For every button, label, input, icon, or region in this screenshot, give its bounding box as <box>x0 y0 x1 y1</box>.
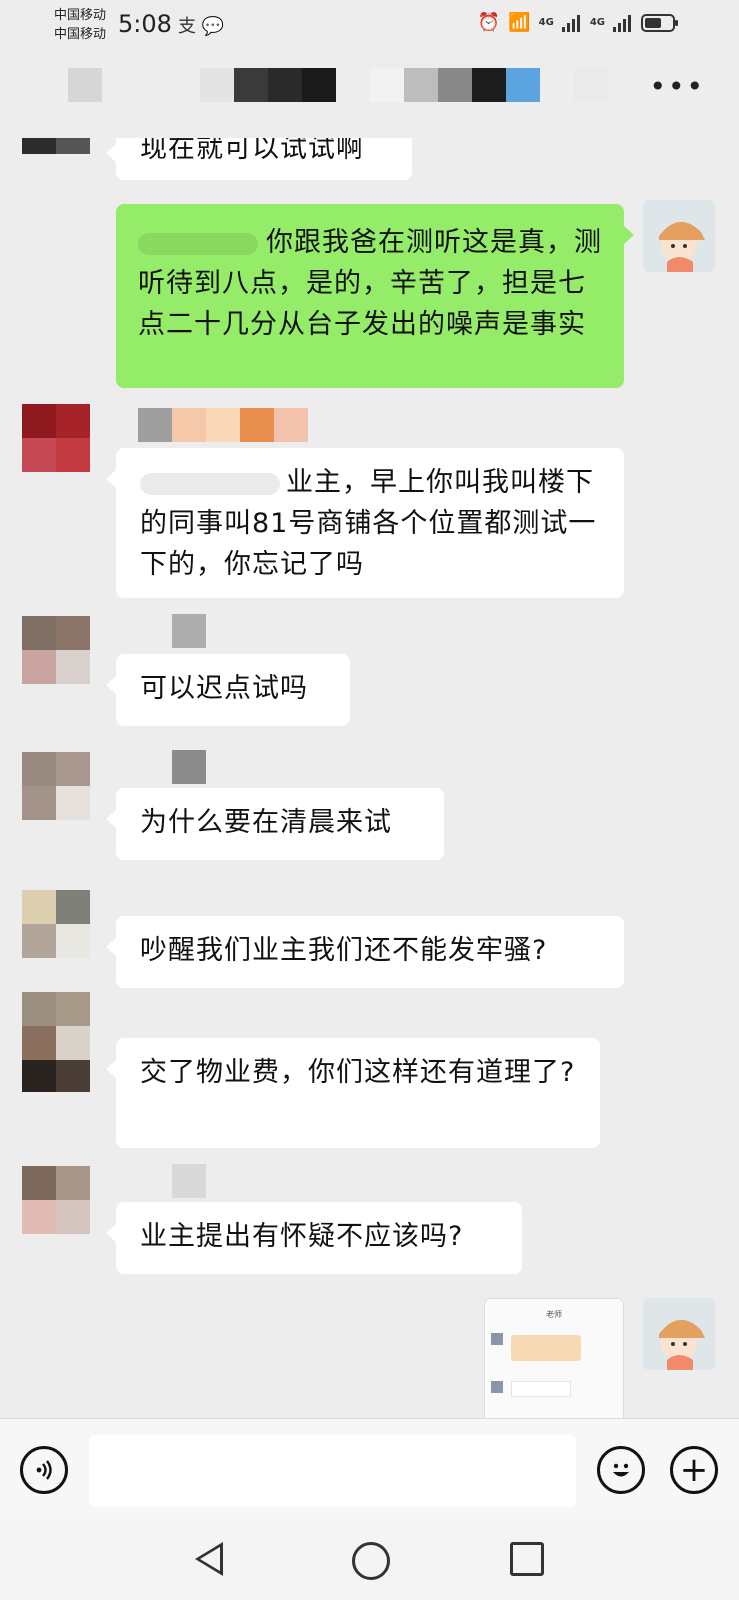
signal-icon-1 <box>561 14 582 32</box>
plus-icon[interactable]: + <box>670 1446 718 1494</box>
image-thumb-bubble <box>511 1381 571 1397</box>
message-bubble[interactable]: 吵醒我们业主我们还不能发牢骚? <box>106 916 624 988</box>
carrier-2: 中国移动 <box>54 27 107 42</box>
message-text: 可以迟点试吗 <box>140 673 308 704</box>
avatar[interactable] <box>22 992 90 1092</box>
message-text: 业主提出有怀疑不应该吗? <box>140 1221 464 1252</box>
message-text: 为什么要在清晨来试 <box>140 807 392 838</box>
obscured-text <box>138 232 258 255</box>
avatar[interactable] <box>22 138 90 154</box>
avatar-self[interactable] <box>643 200 715 272</box>
voice-icon[interactable] <box>20 1446 68 1494</box>
image-thumb-bubble <box>511 1335 581 1361</box>
chat-header: ••• <box>0 50 739 138</box>
carrier-1: 中国移动 <box>54 8 107 23</box>
notification-icons: 支 💬 <box>178 12 224 38</box>
message-text: 吵醒我们业主我们还不能发牢骚? <box>140 935 548 966</box>
sender-name-obscured <box>172 614 206 648</box>
message-bubble[interactable]: 可以迟点试吗 <box>106 654 350 726</box>
message-text: 交了物业费，你们这样还有道理了? <box>140 1057 576 1088</box>
avatar[interactable] <box>22 616 90 684</box>
obscured-text <box>140 472 280 495</box>
clock: 5:08 <box>118 10 172 38</box>
network-label-2: 4G <box>589 17 605 28</box>
battery-icon <box>641 13 678 32</box>
image-message[interactable]: 老师 <box>484 1298 624 1418</box>
recent-apps-icon[interactable] <box>510 1542 544 1576</box>
message-bubble[interactable]: 交了物业费，你们这样还有道理了? <box>106 1038 600 1148</box>
home-icon[interactable] <box>352 1542 390 1580</box>
message-bubble-sent[interactable]: 你跟我爸在测听这是真，测听待到八点，是的，辛苦了，担是七点二十几分从台子发出的噪… <box>116 204 634 388</box>
sender-name-obscured <box>172 750 206 784</box>
avatar[interactable] <box>22 404 90 484</box>
status-bar: 中国移动 中国移动 5:08 支 💬 ⏰ 📶 4G 4G <box>0 0 739 50</box>
chat-notification-icon: 💬 <box>201 16 225 37</box>
wifi-icon: 📶 <box>508 12 531 33</box>
network-label-1: 4G <box>538 17 554 28</box>
avatar[interactable] <box>22 890 90 958</box>
back-icon[interactable] <box>195 1542 223 1576</box>
emoji-icon[interactable] <box>597 1446 645 1494</box>
avatar[interactable] <box>22 752 90 820</box>
input-bar: + <box>0 1418 739 1521</box>
message-bubble[interactable]: 业主，早上你叫我叫楼下的同事叫81号商铺各个位置都测试一下的，你忘记了吗 <box>106 448 624 598</box>
avatar-self[interactable] <box>643 1298 715 1370</box>
image-thumb-avatar <box>491 1381 503 1393</box>
system-nav-bar <box>0 1520 739 1600</box>
message-bubble[interactable]: 现在就可以试试啊 <box>106 138 412 180</box>
message-bubble[interactable]: 为什么要在清晨来试 <box>106 788 444 860</box>
avatar[interactable] <box>22 1166 90 1234</box>
battery-fill <box>645 17 661 28</box>
alarm-icon: ⏰ <box>477 12 501 33</box>
message-input[interactable] <box>89 1435 576 1507</box>
carrier-info: 中国移动 中国移动 <box>54 6 106 44</box>
message-bubble[interactable]: 业主提出有怀疑不应该吗? <box>106 1202 522 1274</box>
image-thumb-avatar <box>491 1333 503 1345</box>
status-right-icons: ⏰ 📶 4G 4G <box>477 12 678 33</box>
alipay-icon: 支 <box>178 16 196 37</box>
signal-icon-2 <box>613 14 633 32</box>
sender-name-obscured <box>138 408 308 442</box>
sender-name-obscured <box>172 1164 206 1198</box>
image-message-header: 老师 <box>546 1310 562 1319</box>
message-text: 现在就可以试试啊 <box>140 138 364 164</box>
chat-area[interactable]: 现在就可以试试啊 你跟我爸在测听这是真，测听待到八点，是的，辛苦了，担是七点二十… <box>0 138 739 1418</box>
more-icon[interactable]: ••• <box>649 73 705 101</box>
